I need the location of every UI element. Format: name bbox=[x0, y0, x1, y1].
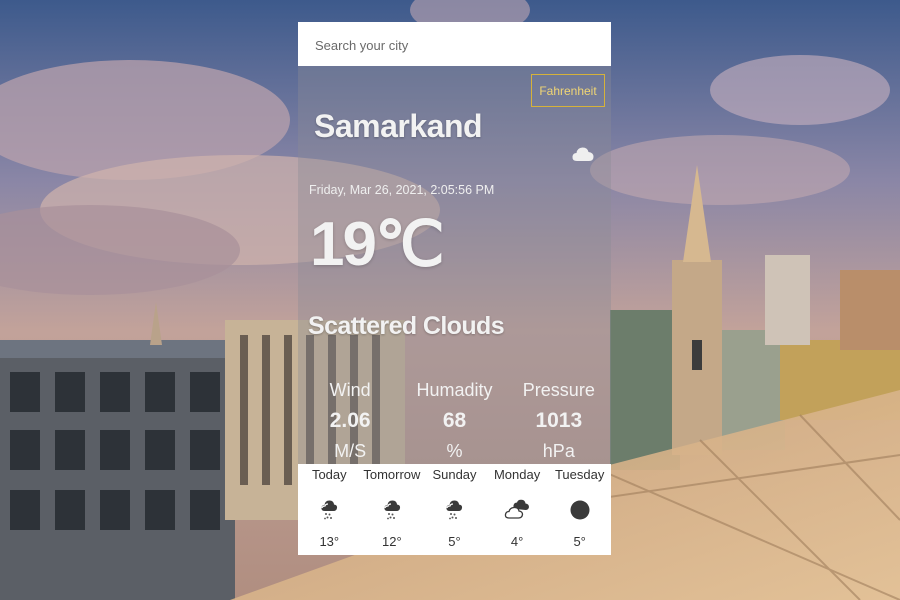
moon-icon bbox=[569, 499, 591, 526]
forecast-day-monday[interactable]: Monday 4° bbox=[486, 464, 549, 555]
stat-value: 68 bbox=[442, 409, 467, 432]
forecast-day-label: Sunday bbox=[432, 467, 477, 482]
current-temperature: 19℃ bbox=[310, 210, 445, 279]
forecast-temp: 5° bbox=[448, 534, 461, 549]
forecast-temp: 5° bbox=[573, 534, 586, 549]
cloud-rain-icon bbox=[382, 499, 402, 526]
forecast-temp: 12° bbox=[382, 534, 402, 549]
stat-label: Humadity bbox=[416, 380, 493, 400]
forecast-temp: 13° bbox=[319, 534, 340, 549]
search-bar bbox=[298, 22, 611, 68]
current-datetime: Friday, Mar 26, 2021, 2:05:56 PM bbox=[309, 183, 495, 197]
stat-value: 2.06 bbox=[329, 409, 371, 432]
stat-unit: % bbox=[446, 441, 463, 461]
stat-label: Pressure bbox=[522, 380, 595, 400]
cloud-rain-icon bbox=[444, 499, 464, 526]
forecast-temp: 4° bbox=[510, 534, 524, 549]
forecast-strip: Today 13° Tomorrow 12° Sunday 5° Monday … bbox=[298, 464, 611, 555]
stat-label: Wind bbox=[329, 380, 371, 400]
stat-pressure: Pressure 1013 hPa bbox=[507, 378, 611, 463]
weather-stats: Wind 2.06 M/S Humadity 68 % Pressure 101… bbox=[298, 378, 611, 463]
forecast-day-label: Tuesday bbox=[554, 467, 605, 482]
forecast-day-label: Monday bbox=[493, 467, 541, 482]
forecast-day-today[interactable]: Today 13° bbox=[298, 464, 361, 555]
stat-humidity: Humadity 68 % bbox=[402, 378, 506, 463]
fahrenheit-toggle-button[interactable]: Fahrenheit bbox=[531, 74, 605, 107]
weather-description: Scattered Clouds bbox=[308, 312, 505, 340]
weather-card: Fahrenheit Samarkand Friday, Mar 26, 202… bbox=[298, 22, 611, 555]
forecast-day-sunday[interactable]: Sunday 5° bbox=[423, 464, 486, 555]
stat-unit: hPa bbox=[542, 441, 575, 461]
stat-wind: Wind 2.06 M/S bbox=[298, 378, 402, 463]
forecast-day-tuesday[interactable]: Tuesday 5° bbox=[548, 464, 611, 555]
city-name: Samarkand bbox=[314, 108, 483, 144]
forecast-day-label: Tomorrow bbox=[363, 467, 421, 482]
stat-unit: M/S bbox=[334, 441, 367, 461]
search-input[interactable] bbox=[313, 22, 600, 68]
cloud-icon bbox=[572, 146, 594, 167]
forecast-day-tomorrow[interactable]: Tomorrow 12° bbox=[361, 464, 424, 555]
forecast-day-label: Today bbox=[311, 467, 347, 482]
partly-cloudy-icon bbox=[504, 499, 530, 526]
current-weather-panel: Fahrenheit Samarkand Friday, Mar 26, 202… bbox=[298, 66, 611, 464]
cloud-rain-icon bbox=[319, 499, 339, 526]
stat-value: 1013 bbox=[535, 409, 583, 432]
